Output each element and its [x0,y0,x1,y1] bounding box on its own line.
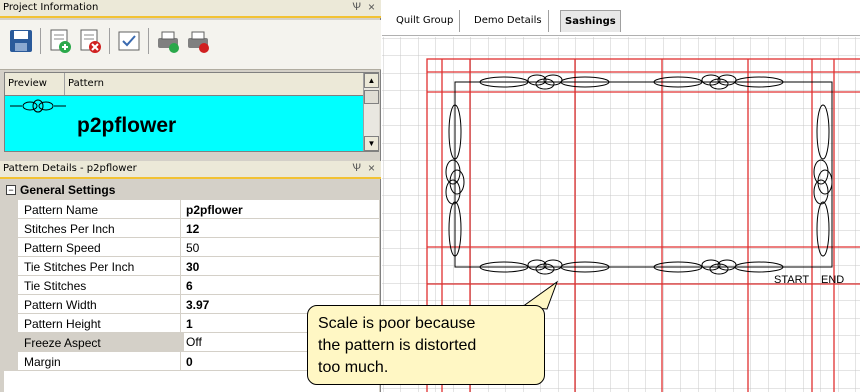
project-toolbar [0,20,381,70]
close-icon[interactable]: × [368,161,375,175]
save-icon[interactable] [8,28,34,54]
pattern-preview-thumbnail [10,99,66,113]
property-key: Tie Stitches Per Inch [24,260,135,274]
project-info-titlebar: Project Information Ѱ × [0,0,381,18]
property-value[interactable]: 0 [186,355,193,369]
callout-text: Scale is poor because the pattern is dis… [318,313,476,379]
scroll-thumb[interactable] [364,90,379,104]
scroll-up-icon[interactable]: ▲ [364,73,379,88]
property-key: Tie Stitches [24,279,87,293]
property-value[interactable]: 30 [186,260,199,274]
property-key: Margin [24,355,61,369]
collapse-icon[interactable]: − [6,185,16,195]
property-value[interactable]: 3.97 [186,298,209,312]
pin-icon[interactable]: Ѱ [352,1,361,13]
property-value[interactable]: Off [184,333,309,351]
callout-line: Scale is poor because [318,315,476,332]
property-key: Stitches Per Inch [24,222,115,236]
project-info-title: Project Information [3,2,99,13]
end-label: END [821,274,844,286]
property-key: Freeze Aspect [24,336,101,350]
column-preview[interactable]: Preview [5,73,65,95]
property-value[interactable]: 6 [186,279,193,293]
property-value[interactable]: p2pflower [186,203,243,217]
property-value[interactable]: 1 [186,317,193,331]
column-pattern[interactable]: Pattern [65,73,361,95]
property-row[interactable]: Pattern Name p2pflower [4,200,379,219]
property-key: Pattern Speed [24,241,101,255]
callout-note: Scale is poor because the pattern is dis… [307,305,545,385]
tab-demo-details[interactable]: Demo Details [474,10,549,32]
property-value[interactable]: 12 [186,222,199,236]
add-pattern-icon[interactable] [47,28,73,54]
tab-quilt-group[interactable]: Quilt Group [396,10,461,32]
category-general-settings[interactable]: − General Settings [4,181,379,200]
print-icon[interactable] [155,28,181,54]
callout-line: the pattern is distorted [318,337,477,354]
property-row[interactable]: Pattern Speed 50 [4,238,379,257]
toolbar-divider [40,28,41,54]
tab-sashings[interactable]: Sashings [560,10,621,32]
property-row[interactable]: Tie Stitches 6 [4,276,379,295]
pattern-name: p2pflower [77,114,177,137]
property-row[interactable]: Tie Stitches Per Inch 30 [4,257,379,276]
property-key: Pattern Height [24,317,101,331]
toolbar-divider [109,28,110,54]
tab-strip: Quilt Group Demo Details Sashings [382,0,860,36]
category-label: General Settings [20,183,116,197]
check-pattern-icon[interactable] [116,28,142,54]
scroll-down-icon[interactable]: ▼ [364,136,379,151]
pin-icon[interactable]: Ѱ [352,162,361,174]
remove-print-icon[interactable] [185,28,211,54]
pattern-grid-header: Preview Pattern [4,72,379,96]
pattern-grid-scrollbar[interactable]: ▲ ▼ [363,73,379,151]
toolbar-divider [148,28,149,54]
callout-line: too much. [318,359,389,376]
property-value[interactable]: 50 [186,241,199,255]
property-key: Pattern Name [24,203,99,217]
pattern-details-titlebar: Pattern Details - p2pflower Ѱ × [0,161,381,179]
start-label: START [774,274,809,286]
property-key: Pattern Width [24,298,97,312]
delete-pattern-icon[interactable] [77,28,103,54]
property-row[interactable]: Stitches Per Inch 12 [4,219,379,238]
pattern-details-title: Pattern Details - p2pflower [3,163,137,174]
close-icon[interactable]: × [368,0,375,14]
pattern-row-selected[interactable]: p2pflower [4,96,379,152]
